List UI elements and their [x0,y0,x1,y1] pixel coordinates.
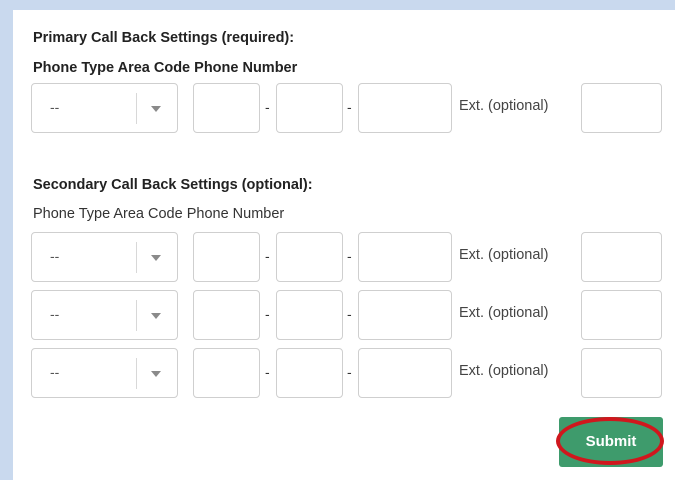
phone-number-input[interactable] [358,290,452,340]
select-divider [136,93,137,124]
phone-number-input[interactable] [358,348,452,398]
phone-prefix-input[interactable] [276,83,343,133]
select-divider [136,242,137,273]
dash-separator: - [265,364,270,380]
primary-phone-row: -- - - Ext. (optional) [13,83,675,135]
dash-separator: - [347,248,352,264]
extension-input[interactable] [581,232,662,282]
secondary-phone-row: -- - - Ext. (optional) [13,290,675,342]
phone-type-value: -- [50,248,60,264]
phone-type-select[interactable]: -- [31,83,178,133]
secondary-phone-row: -- - - Ext. (optional) [13,348,675,400]
dash-separator: - [265,99,270,115]
phone-type-select[interactable]: -- [31,290,178,340]
chevron-down-icon[interactable] [151,255,161,261]
chevron-down-icon[interactable] [151,371,161,377]
ext-label: Ext. (optional) [459,305,549,321]
phone-type-value: -- [50,306,60,322]
secondary-columns-label: Phone Type Area Code Phone Number [33,206,285,222]
select-divider [136,300,137,331]
ext-label: Ext. (optional) [459,247,549,263]
secondary-phone-row: -- - - Ext. (optional) [13,232,675,284]
ext-label: Ext. (optional) [459,98,549,114]
phone-prefix-input[interactable] [276,232,343,282]
primary-columns-label: Phone Type Area Code Phone Number [33,60,298,76]
extension-input[interactable] [581,290,662,340]
phone-type-value: -- [50,99,60,115]
chevron-down-icon[interactable] [151,313,161,319]
phone-number-input[interactable] [358,83,452,133]
chevron-down-icon[interactable] [151,106,161,112]
call-back-settings-panel: Primary Call Back Settings (required): P… [13,10,675,480]
submit-button[interactable]: Submit [559,417,663,467]
primary-heading: Primary Call Back Settings (required): [33,30,295,46]
phone-prefix-input[interactable] [276,290,343,340]
select-divider [136,358,137,389]
dash-separator: - [347,306,352,322]
secondary-heading: Secondary Call Back Settings (optional): [33,177,313,193]
phone-type-select[interactable]: -- [31,232,178,282]
area-code-input[interactable] [193,232,260,282]
phone-prefix-input[interactable] [276,348,343,398]
area-code-input[interactable] [193,83,260,133]
dash-separator: - [265,306,270,322]
dash-separator: - [347,99,352,115]
dash-separator: - [265,248,270,264]
extension-input[interactable] [581,83,662,133]
extension-input[interactable] [581,348,662,398]
area-code-input[interactable] [193,348,260,398]
phone-type-select[interactable]: -- [31,348,178,398]
dash-separator: - [347,364,352,380]
area-code-input[interactable] [193,290,260,340]
phone-type-value: -- [50,364,60,380]
ext-label: Ext. (optional) [459,363,549,379]
phone-number-input[interactable] [358,232,452,282]
